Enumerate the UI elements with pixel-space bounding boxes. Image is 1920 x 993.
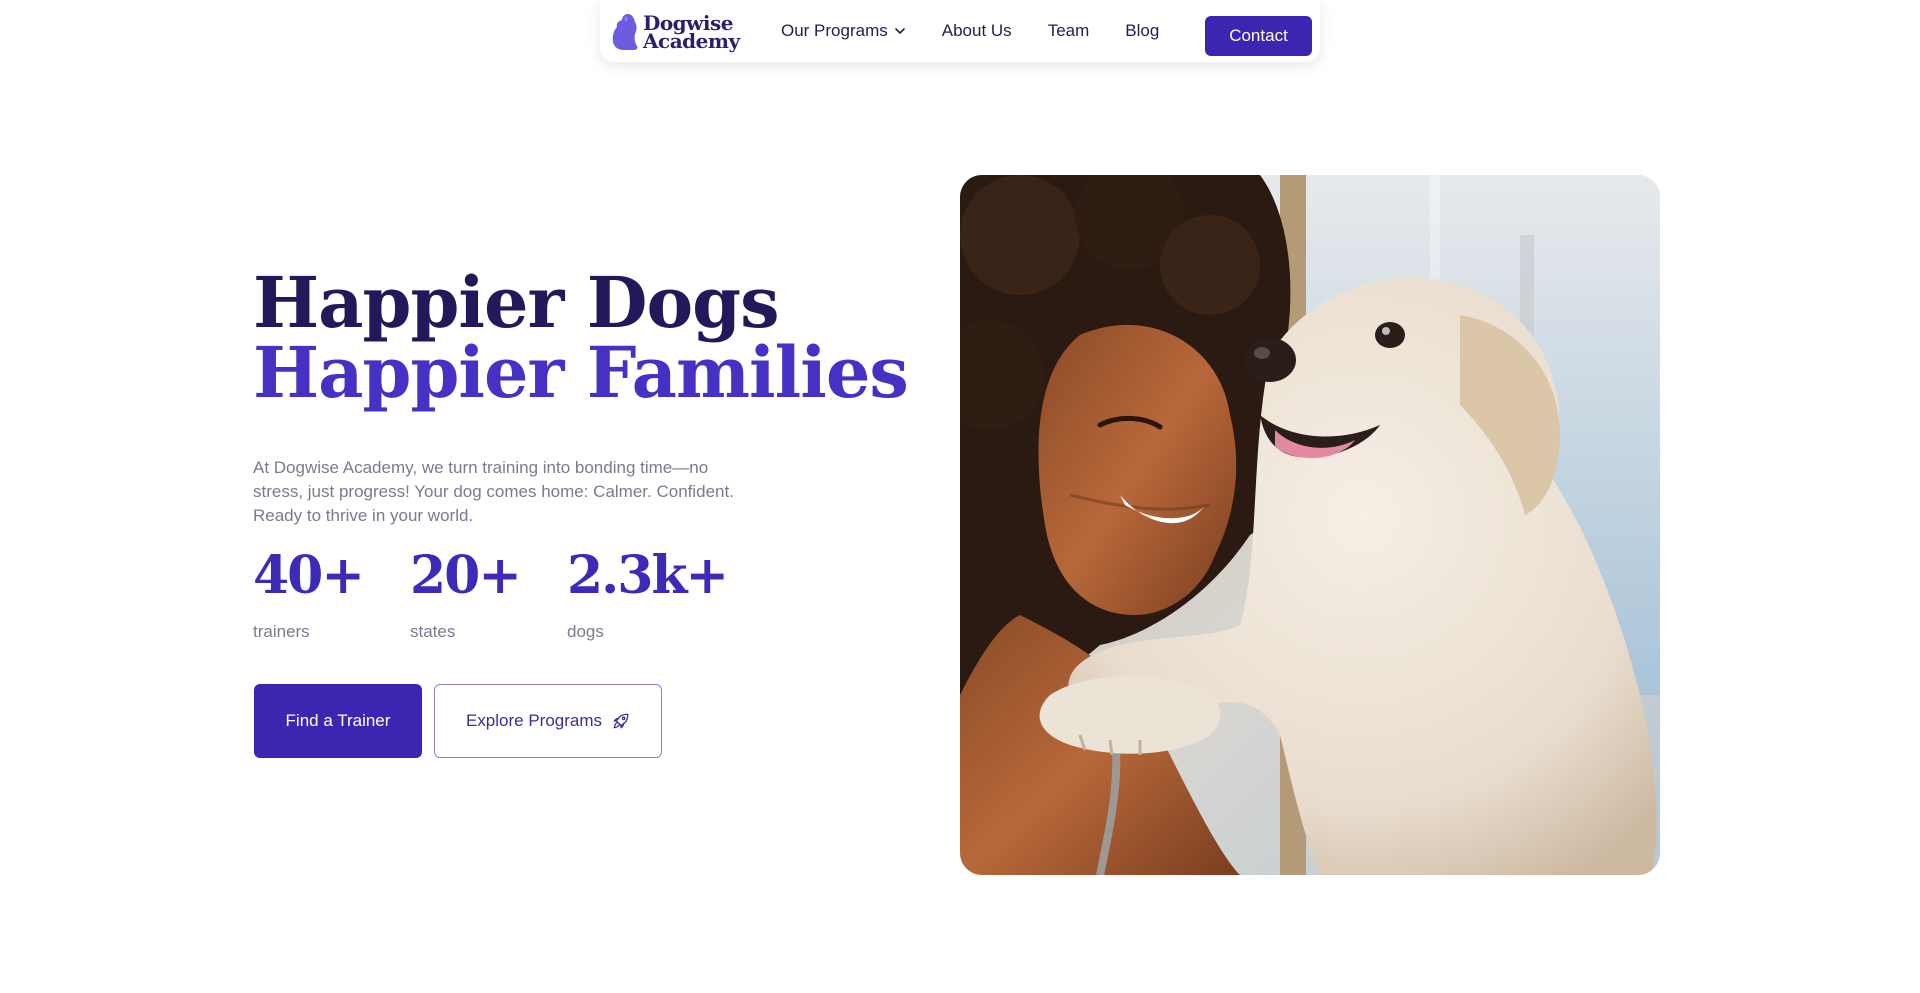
stat-value: 2.3k+ xyxy=(567,545,729,606)
rocket-icon xyxy=(613,713,629,729)
hero-description: At Dogwise Academy, we turn training int… xyxy=(253,458,734,525)
hero-photo xyxy=(960,175,1660,875)
stat-label: states xyxy=(410,622,456,641)
dog-silhouette-icon xyxy=(612,14,638,50)
explore-programs-button[interactable]: Explore Programs xyxy=(434,684,662,758)
explore-programs-label: Explore Programs xyxy=(465,711,603,730)
stat-label: trainers xyxy=(253,622,310,641)
nav-item-label: Team xyxy=(1047,21,1090,40)
stats-row: 40+ trainers 20+ states 2.3k+ dogs xyxy=(253,544,747,642)
contact-button[interactable]: Contact xyxy=(1205,16,1312,56)
nav-item-label: About Us xyxy=(941,21,1012,40)
hero-title-line1: Happier Dogs xyxy=(253,261,780,344)
nav-item-blog[interactable]: Blog xyxy=(1125,21,1159,41)
nav-item-team[interactable]: Team xyxy=(1048,21,1090,41)
nav-item-label: Our Programs xyxy=(781,21,888,40)
hero-photo-illustration xyxy=(960,175,1660,875)
stat-label: dogs xyxy=(567,622,604,641)
brand-name-line2: Academy xyxy=(643,29,740,53)
brand-name: Dogwise Academy xyxy=(643,13,740,53)
stat-value: 20+ xyxy=(410,545,522,606)
nav-item-our-programs[interactable]: Our Programs xyxy=(781,21,906,41)
find-trainer-button[interactable]: Find a Trainer xyxy=(254,684,422,758)
top-navigation: Dogwise Academy Our Programs About Us Te… xyxy=(600,0,1320,62)
nav-item-label: Blog xyxy=(1125,21,1160,40)
hero-title-line2: Happier Families xyxy=(253,331,909,414)
stat-value: 40+ xyxy=(253,545,365,606)
stat-dogs: 2.3k+ dogs xyxy=(567,544,747,642)
stat-states: 20+ states xyxy=(410,544,567,642)
nav-links: Our Programs About Us Team Blog xyxy=(781,0,1195,62)
stat-trainers: 40+ trainers xyxy=(253,544,410,642)
chevron-down-icon xyxy=(894,28,905,34)
nav-item-about-us[interactable]: About Us xyxy=(942,21,1012,41)
hero-title: Happier Dogs Happier Families xyxy=(253,261,909,414)
brand-logo[interactable]: Dogwise Academy xyxy=(610,12,740,52)
